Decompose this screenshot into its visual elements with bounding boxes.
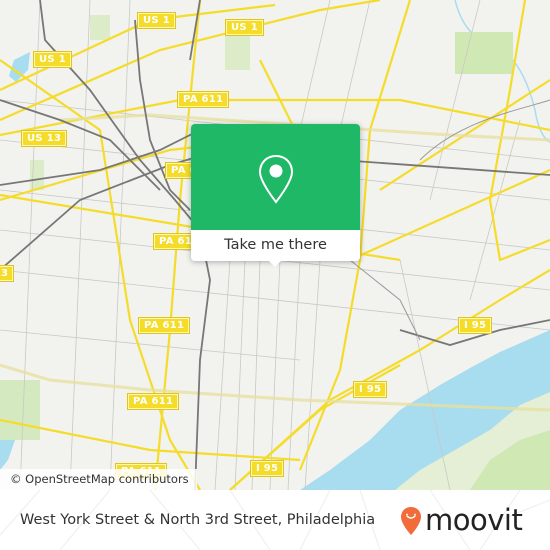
moovit-pin-icon — [401, 507, 421, 535]
route-shield-pa611: PA 611 — [137, 317, 191, 334]
route-shield-us1: US 1 — [33, 51, 72, 68]
location-pin-icon — [258, 154, 294, 204]
route-shield-us13: 3 — [0, 265, 15, 282]
destination-address: West York Street & North 3rd Street, Phi… — [20, 512, 376, 528]
footer: West York Street & North 3rd Street, Phi… — [0, 490, 550, 550]
popup-pointer — [267, 259, 283, 267]
route-shield-us1: US 1 — [137, 12, 176, 29]
route-shield-i95: I 95 — [249, 460, 285, 477]
park — [0, 380, 40, 440]
route-shield-us1: US 1 — [225, 19, 264, 36]
moovit-wordmark: moovit — [425, 503, 523, 537]
route-shield-us13: US 13 — [20, 130, 68, 147]
route-shield-i95: I 95 — [352, 381, 388, 398]
popup-header — [191, 124, 360, 230]
map-view[interactable]: US 1 US 1 US 1 PA 611 US 13 PA 611 PA 61… — [0, 0, 550, 490]
park — [90, 15, 110, 40]
park — [225, 30, 250, 70]
park — [455, 32, 513, 74]
map-attribution[interactable]: © OpenStreetMap contributors — [0, 469, 197, 490]
route-shield-i95: I 95 — [457, 317, 493, 334]
take-me-there-button[interactable]: Take me there — [191, 230, 360, 261]
route-shield-pa611: PA 611 — [176, 91, 230, 108]
route-shield-pa611: PA 611 — [126, 393, 180, 410]
destination-popup: Take me there — [191, 124, 360, 267]
